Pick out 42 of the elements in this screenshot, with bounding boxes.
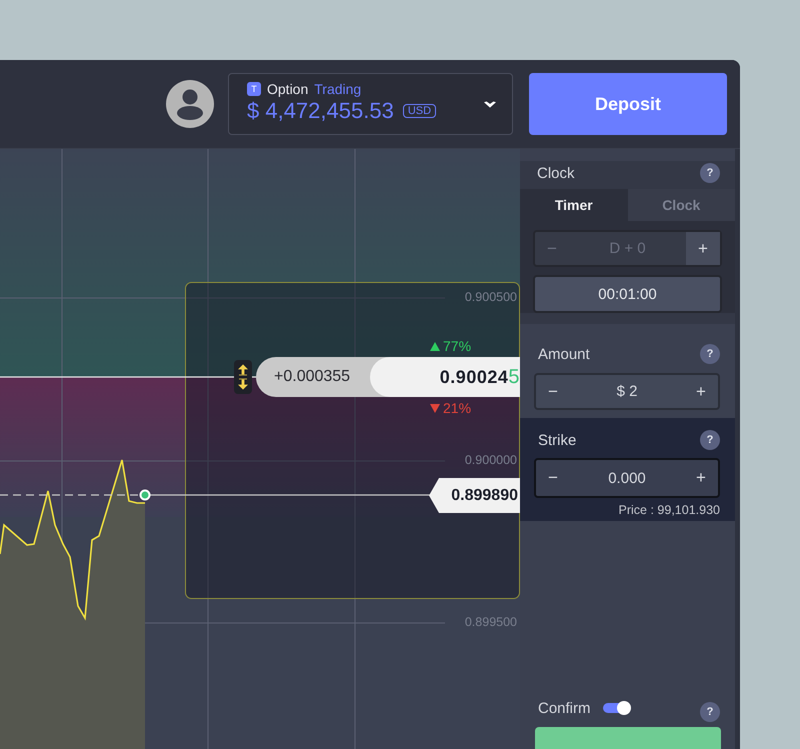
- avatar-icon[interactable]: [166, 80, 214, 128]
- deposit-button[interactable]: Deposit: [529, 73, 727, 135]
- drag-handle-icon[interactable]: [234, 360, 252, 394]
- strike-value: 0.000: [607, 470, 647, 486]
- strike-price-tag: 0.899890: [429, 478, 520, 513]
- plus-button[interactable]: +: [684, 468, 718, 488]
- down-payout: 21%: [443, 400, 472, 416]
- section-title: Amount: [538, 346, 590, 362]
- account-mode: Trading: [314, 81, 362, 97]
- help-icon[interactable]: ?: [700, 163, 720, 183]
- account-label: Option: [267, 81, 308, 97]
- currency-tag: USD: [402, 104, 436, 118]
- help-icon[interactable]: ?: [700, 344, 720, 364]
- balance-amount: $ 4,472,455.53: [247, 98, 394, 124]
- strike-stepper[interactable]: − 0.000 +: [534, 458, 720, 498]
- minus-button[interactable]: −: [536, 468, 570, 488]
- amount-value: $ 2: [616, 383, 638, 400]
- section-title: Clock: [537, 164, 575, 182]
- price-change: +0.000355: [273, 368, 352, 386]
- day-value: D + 0: [608, 240, 647, 257]
- confirm-label: Confirm: [538, 700, 591, 716]
- price-tick-label: 0.900500: [464, 290, 517, 304]
- caret-icon: [484, 101, 496, 109]
- confirm-toggle[interactable]: [602, 703, 629, 713]
- minus-button[interactable]: −: [536, 382, 570, 402]
- time-field[interactable]: 00:01:00: [533, 275, 722, 313]
- section-title: Strike: [538, 432, 576, 448]
- triangle-up-icon: [430, 342, 440, 350]
- price-tick-label: 0.900000: [464, 453, 517, 467]
- account-selector[interactable]: T Option Trading $ 4,472,455.53 USD: [228, 73, 513, 135]
- mode-tab[interactable]: Timer: [520, 189, 628, 221]
- up-payout: 77%: [443, 338, 472, 354]
- price-tick-label: 0.899500: [464, 615, 517, 629]
- help-icon[interactable]: ?: [700, 702, 720, 722]
- plus-button[interactable]: +: [684, 382, 718, 402]
- account-badge: T: [247, 82, 261, 96]
- help-icon[interactable]: ?: [700, 430, 720, 450]
- triangle-down-icon: [430, 404, 440, 412]
- price-text: Price : 99,101.930: [618, 503, 720, 517]
- current-price: 0.900245: [370, 357, 520, 397]
- last-price-dot: [140, 490, 150, 500]
- amount-stepper[interactable]: − $ 2 +: [534, 373, 720, 410]
